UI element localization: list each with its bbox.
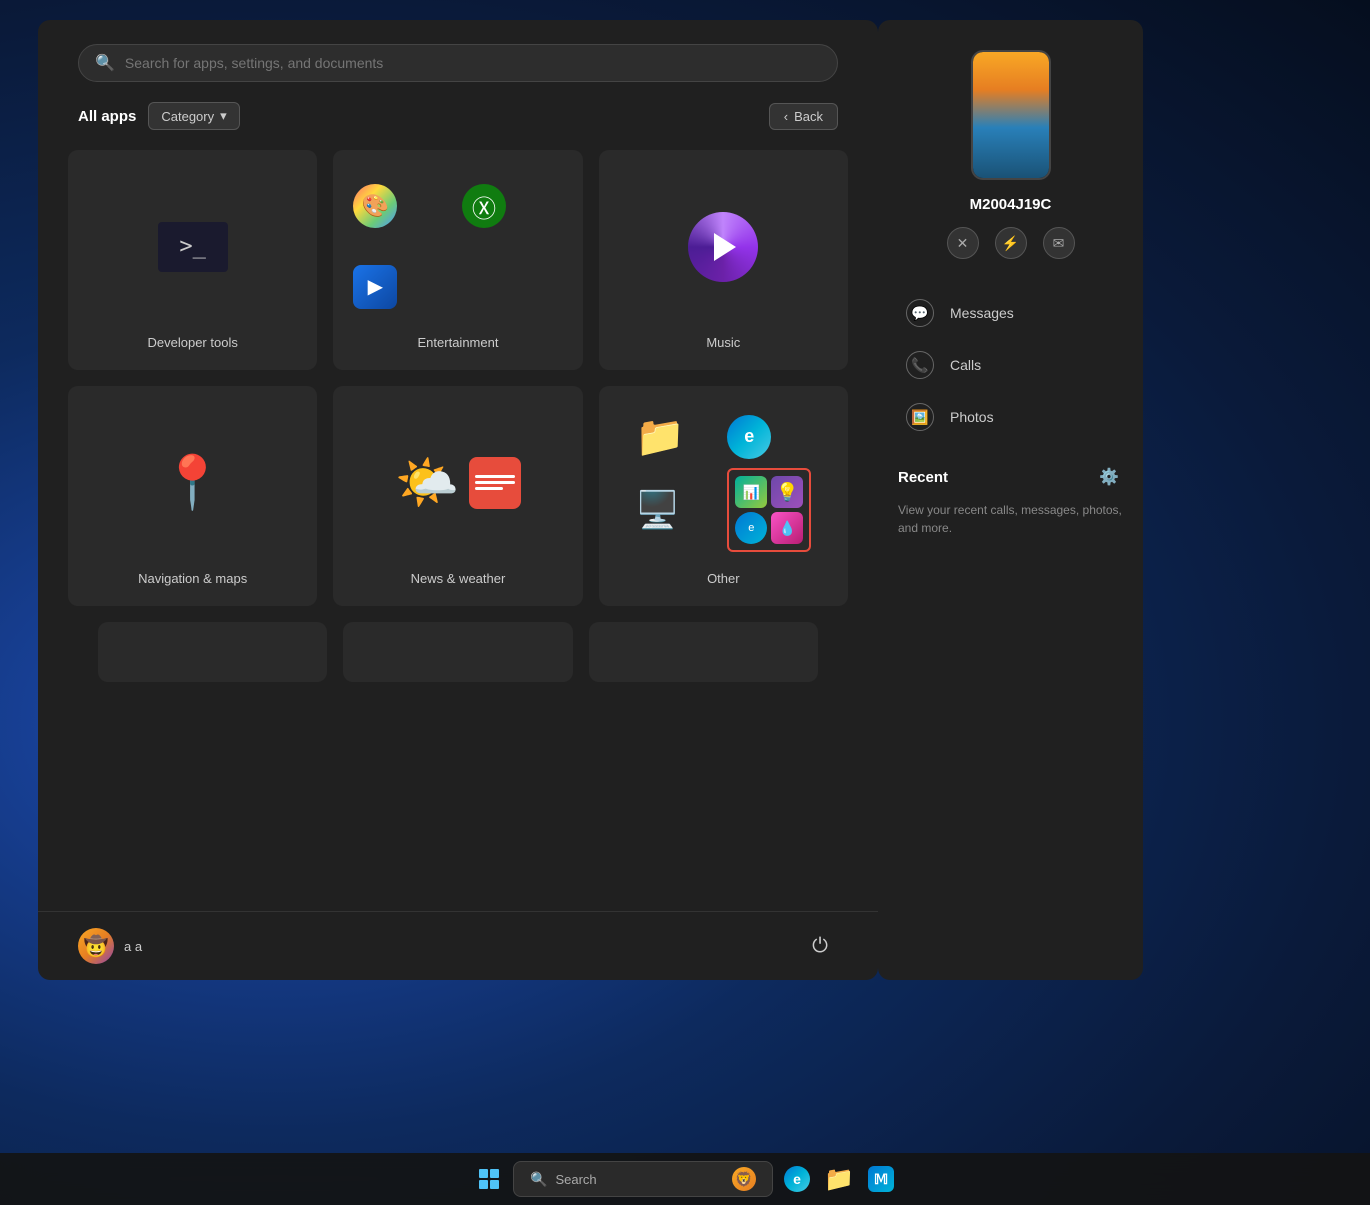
recent-description: View your recent calls, messages, photos…	[898, 503, 1122, 535]
recent-header: Recent ⚙️	[898, 463, 1123, 491]
taskbar-search-text: Search	[555, 1172, 596, 1187]
photos-label: Photos	[950, 409, 994, 425]
partial-tile-1	[98, 622, 327, 682]
other-icons-grid: 📁 e 🖥️ 📊 💡 e 💧	[635, 413, 811, 552]
apps-row-2: 📍 Navigation & maps 🌤️ News & weather	[68, 386, 848, 606]
phone-action-buttons: ✕ ⚡ ✉	[947, 227, 1075, 259]
taskbar-search-avatar: 🦁	[732, 1167, 756, 1191]
taskbar: 🔍 Search 🦁 e 📁 𝕄	[0, 1153, 1370, 1205]
news-icon	[469, 457, 521, 509]
xbox-icon: Ⓧ	[462, 184, 506, 228]
phone-panel: M2004J19C ✕ ⚡ ✉ 💬 Messages 📞 Calls 🖼️ Ph…	[878, 20, 1143, 980]
phone-menu-photos[interactable]: 🖼️ Photos	[898, 391, 1123, 443]
taskbar-store[interactable]: 𝕄	[863, 1161, 899, 1197]
chevron-left-icon: ‹	[784, 109, 788, 124]
taskbar-edge[interactable]: e	[779, 1161, 815, 1197]
green-chart-icon: 📊	[735, 476, 767, 508]
tile-developer-tools[interactable]: >_ Developer tools	[68, 150, 317, 370]
avatar: 🤠	[78, 928, 114, 964]
all-apps-label: All apps	[78, 108, 136, 125]
phone-close-button[interactable]: ✕	[947, 227, 979, 259]
tile-music-label: Music	[706, 335, 740, 350]
apps-header-left: All apps Category ▾	[78, 102, 240, 130]
category-button[interactable]: Category ▾	[148, 102, 239, 130]
back-label: Back	[794, 109, 823, 124]
search-bar[interactable]: 🔍	[78, 44, 838, 82]
tile-entertainment-label: Entertainment	[418, 335, 499, 350]
tile-other-label: Other	[707, 571, 740, 586]
tile-navigation[interactable]: 📍 Navigation & maps	[68, 386, 317, 606]
cmd-icon: >_	[158, 222, 228, 272]
folder-icon: 📁	[635, 413, 719, 460]
tile-other[interactable]: 📁 e 🖥️ 📊 💡 e 💧 Other	[599, 386, 848, 606]
tile-news-weather[interactable]: 🌤️ News & weather	[333, 386, 582, 606]
tile-music-icons	[619, 170, 828, 323]
drop-icon: 💧	[771, 512, 803, 544]
search-input[interactable]	[125, 55, 821, 71]
tile-music[interactable]: Music	[599, 150, 848, 370]
recent-title: Recent	[898, 469, 948, 486]
tile-navigation-icons: 📍	[88, 406, 297, 559]
weather-cloud-icon: 🌤️	[395, 452, 460, 513]
other-sub-grid: 📊 💡 e 💧	[727, 468, 811, 552]
news-line-2	[475, 481, 515, 484]
map-pin-icon: 📍	[160, 452, 225, 513]
news-line-3	[475, 487, 503, 490]
news-line-1	[475, 475, 515, 478]
edge-taskbar-icon: e	[784, 1166, 810, 1192]
back-button[interactable]: ‹ Back	[769, 103, 838, 130]
taskbar-search-icon: 🔍	[530, 1171, 547, 1188]
messages-label: Messages	[950, 305, 1014, 321]
user-name: a a	[124, 939, 142, 954]
folder-taskbar-icon: 📁	[824, 1165, 854, 1194]
taskbar-folder[interactable]: 📁	[821, 1161, 857, 1197]
tile-news-icons: 🌤️	[353, 406, 562, 559]
apps-header: All apps Category ▾ ‹ Back	[38, 102, 878, 130]
partial-tile-2	[343, 622, 572, 682]
partial-tile-3	[589, 622, 818, 682]
tile-entertainment-icons: 🎨 Ⓧ ▶	[353, 170, 562, 323]
phone-image	[971, 50, 1051, 180]
edge-beta-icon: e	[735, 512, 767, 544]
apps-row-1: >_ Developer tools 🎨 Ⓧ ▶ Entertainment	[68, 150, 848, 370]
photos-icon: 🖼️	[906, 403, 934, 431]
apps-grid: >_ Developer tools 🎨 Ⓧ ▶ Entertainment	[38, 150, 878, 911]
chevron-down-icon: ▾	[220, 108, 227, 124]
messages-icon: 💬	[906, 299, 934, 327]
start-menu: 🔍 All apps Category ▾ ‹ Back >_	[38, 20, 878, 980]
search-icon: 🔍	[95, 53, 115, 73]
device-name: M2004J19C	[970, 196, 1052, 213]
power-button[interactable]: ⏻	[802, 928, 838, 964]
start-bottom-bar: 🤠 a a ⏻	[38, 911, 878, 980]
phone-recent-section: Recent ⚙️ View your recent calls, messag…	[898, 463, 1123, 537]
phone-menu-calls[interactable]: 📞 Calls	[898, 339, 1123, 391]
taskbar-search-bar[interactable]: 🔍 Search 🦁	[513, 1161, 773, 1197]
remote-desktop-icon: 🖥️	[635, 489, 719, 531]
tile-news-label: News & weather	[411, 571, 506, 586]
user-info[interactable]: 🤠 a a	[78, 928, 142, 964]
paint-icon: 🎨	[353, 184, 397, 228]
phone-bluetooth-button[interactable]: ⚡	[995, 227, 1027, 259]
tile-navigation-label: Navigation & maps	[138, 571, 247, 586]
phone-screen	[973, 52, 1049, 178]
music-icon	[688, 212, 758, 282]
tile-developer-tools-label: Developer tools	[148, 335, 238, 350]
store-taskbar-icon: 𝕄	[868, 1166, 894, 1192]
calls-label: Calls	[950, 357, 981, 373]
start-button[interactable]	[471, 1161, 507, 1197]
lightbulb-icon: 💡	[771, 476, 803, 508]
edge-icon: e	[727, 415, 771, 459]
tile-other-icons: 📁 e 🖥️ 📊 💡 e 💧	[619, 406, 828, 559]
phone-message-button[interactable]: ✉	[1043, 227, 1075, 259]
phone-menu-messages[interactable]: 💬 Messages	[898, 287, 1123, 339]
bottom-partial-row	[68, 622, 848, 702]
recent-settings-button[interactable]: ⚙️	[1095, 463, 1123, 491]
tile-developer-tools-icons: >_	[88, 170, 297, 323]
movies-icon: ▶	[353, 265, 397, 309]
tile-entertainment[interactable]: 🎨 Ⓧ ▶ Entertainment	[333, 150, 582, 370]
windows-logo-icon	[479, 1169, 499, 1189]
calls-icon: 📞	[906, 351, 934, 379]
category-label: Category	[161, 109, 214, 124]
